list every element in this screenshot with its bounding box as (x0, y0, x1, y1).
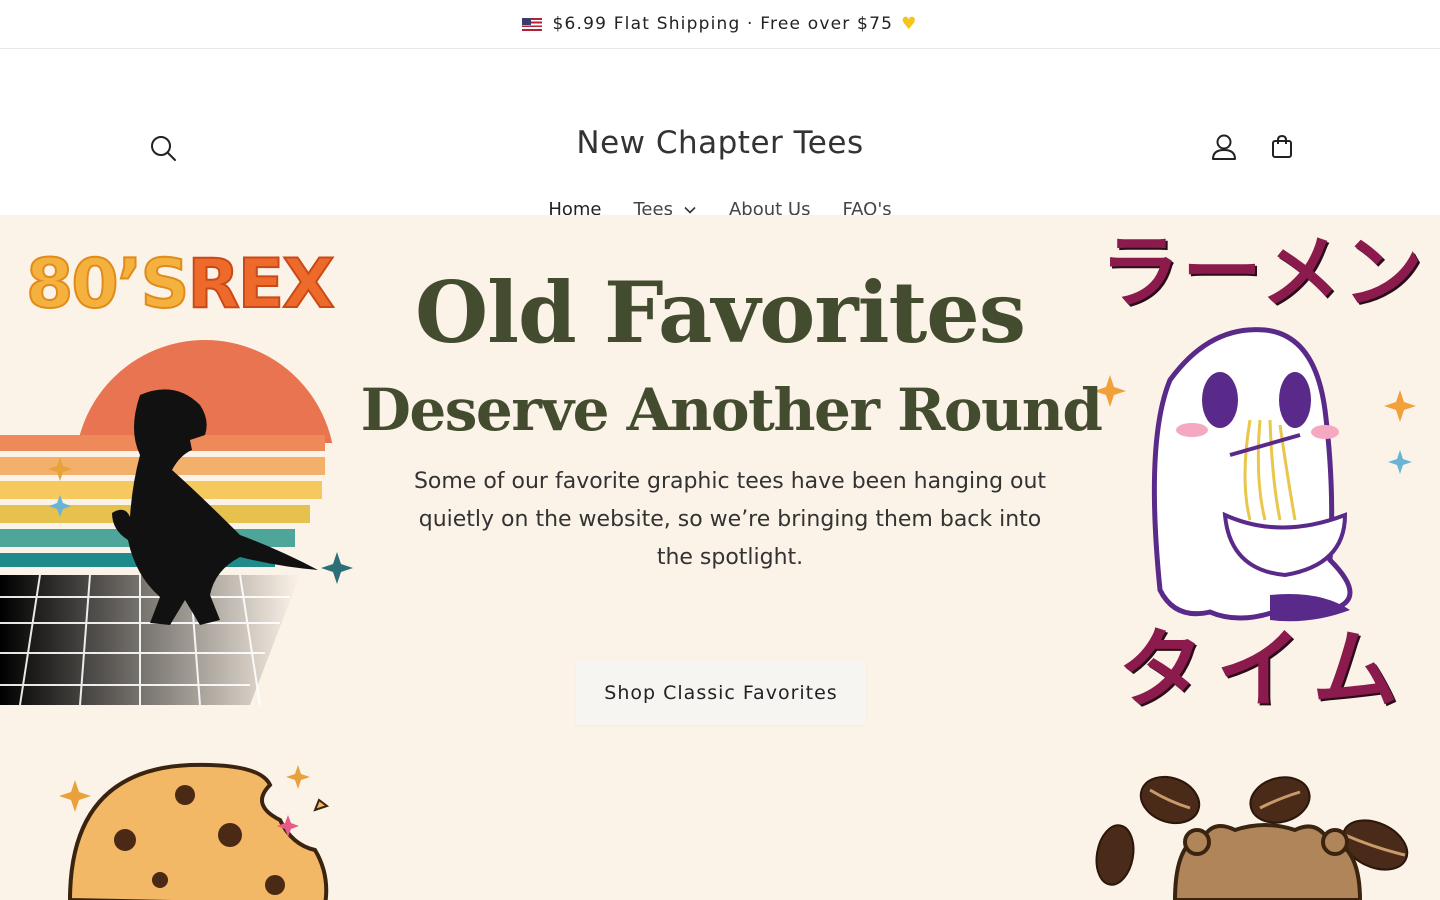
hero-subheadline: Deserve Another Round (360, 376, 1103, 444)
announcement-text: $6.99 Flat Shipping · Free over $75 (552, 14, 894, 34)
us-flag-icon (522, 17, 543, 31)
cart-icon[interactable] (1266, 131, 1298, 163)
yellow-heart-icon: ♥ (901, 14, 918, 34)
shop-classic-favorites-button[interactable]: Shop Classic Favorites (576, 661, 866, 725)
hero-body: Some of our favorite graphic tees have b… (413, 469, 1047, 570)
coffee-bear-illustration (1095, 775, 1409, 900)
account-icon[interactable] (1208, 131, 1240, 163)
ramen-japanese-text-bottom: タイム (1118, 620, 1411, 720)
announcement-bar: $6.99 Flat Shipping · Free over $75 ♥ (0, 0, 1440, 49)
cookie-illustration (59, 762, 330, 900)
ramen-ghost-illustration (1094, 327, 1416, 622)
site-header: New Chapter Tees Home Tees About Us FAQ'… (0, 49, 1440, 220)
hero-headline: Old Favorites (414, 263, 1026, 362)
hero-banner: 80’SREX ラーメン タイム Old Favorites Deserve A… (0, 215, 1440, 900)
